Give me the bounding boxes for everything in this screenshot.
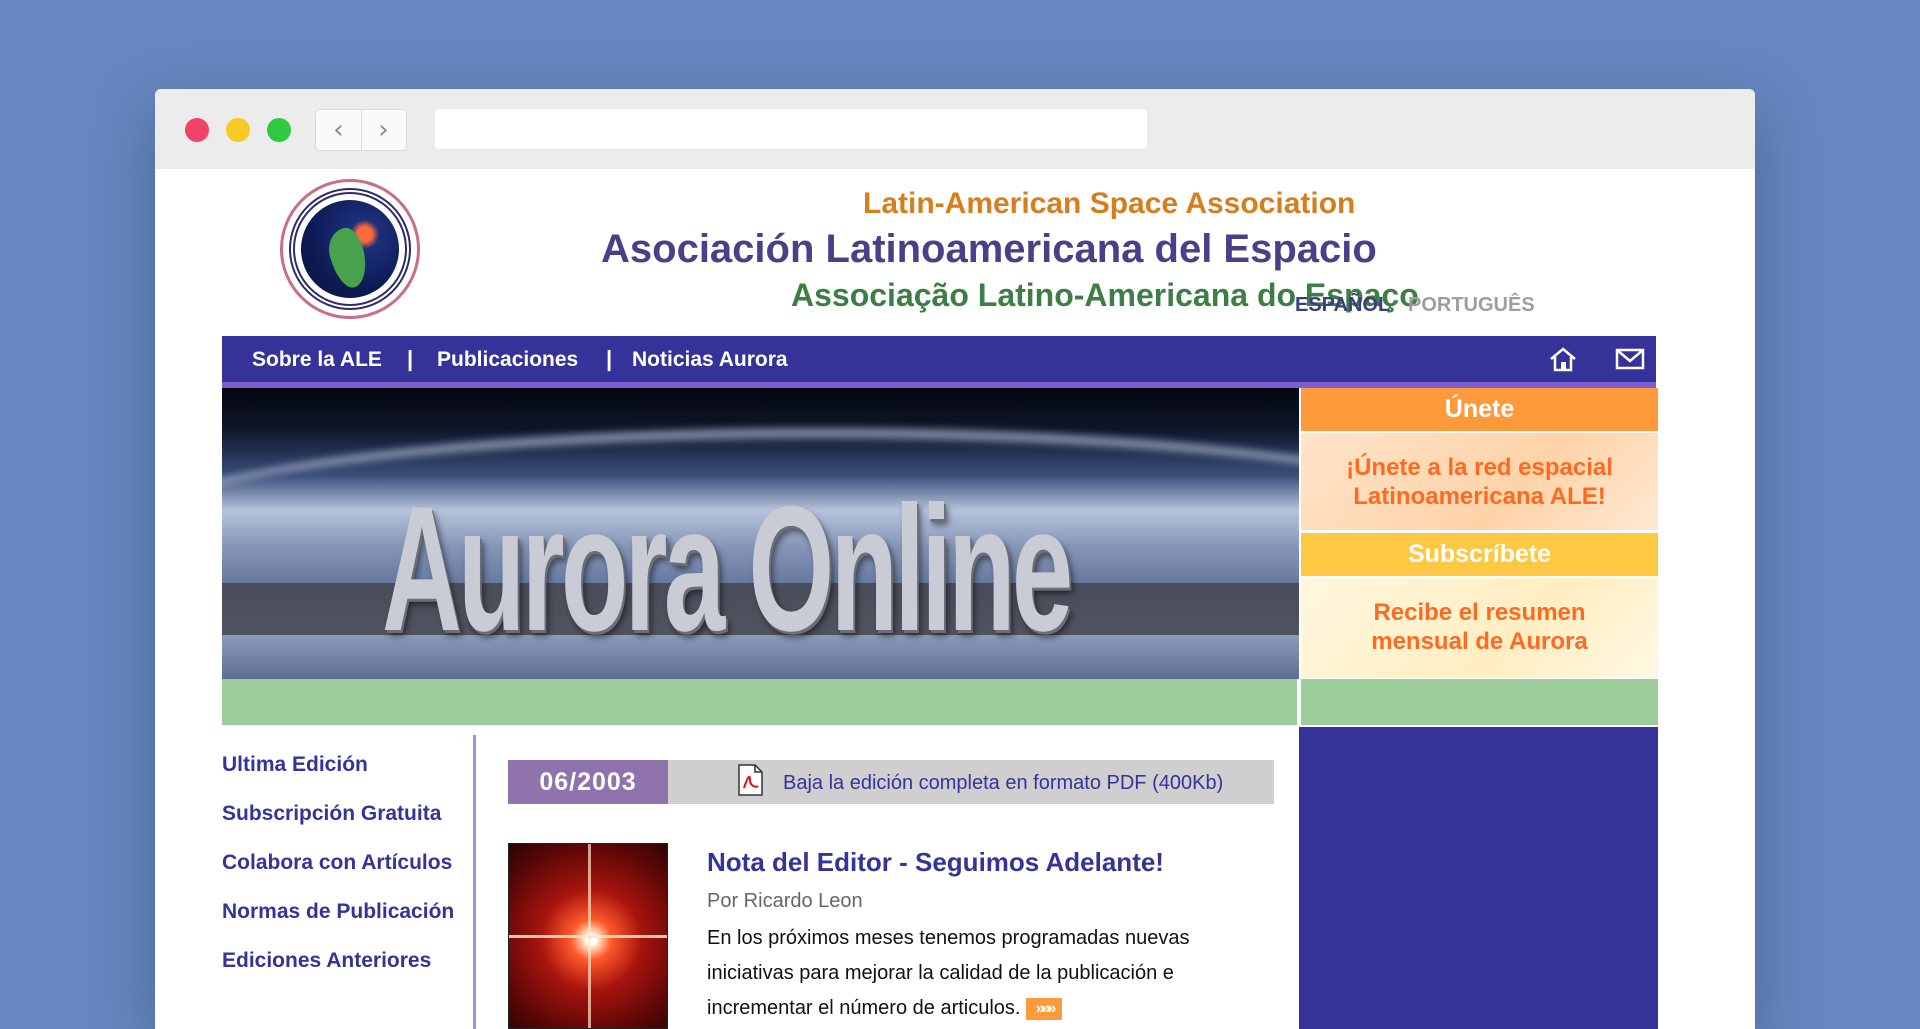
main-navbar: Sobre la ALE | Publicaciones | Noticias …: [222, 336, 1656, 388]
subscribe-heading: Subscríbete: [1407, 540, 1552, 568]
pdf-download-link[interactable]: Baja la edición completa en formato PDF …: [783, 772, 1223, 795]
ale-logo[interactable]: [280, 179, 420, 319]
join-text: ¡Únete a la red espacial Latinoamericana…: [1346, 454, 1613, 510]
sidebar-divider: [473, 735, 476, 1029]
article-author: Por Ricardo Leon: [707, 890, 863, 912]
maximize-window-button[interactable]: [267, 118, 291, 142]
article-title[interactable]: Nota del Editor - Seguimos Adelante!: [707, 847, 1164, 878]
aurora-online-banner: Aurora Online: [222, 388, 1299, 679]
sidebar-link-ediciones[interactable]: Ediciones Anteriores: [222, 949, 454, 998]
subscribe-box-header[interactable]: Subscríbete: [1299, 533, 1658, 576]
web-page: Latin-American Space Association Asociac…: [155, 169, 1755, 1029]
browser-toolbar: ‹ ›: [155, 89, 1755, 170]
history-buttons: ‹ ›: [315, 109, 407, 151]
green-divider-bar-right: [1299, 679, 1658, 725]
forward-button[interactable]: ›: [361, 110, 406, 150]
join-box-header[interactable]: Únete: [1299, 388, 1658, 431]
chevron-right-icon: ›: [378, 115, 389, 145]
address-bar[interactable]: [435, 109, 1147, 149]
site-title-english: Latin-American Space Association: [863, 187, 1356, 220]
site-title-spanish: Asociación Latinoamericana del Espacio: [601, 227, 1377, 271]
globe-icon: [301, 200, 399, 298]
green-divider-bar: [222, 679, 1297, 725]
browser-window: ‹ › Latin-American Space Association Aso…: [155, 89, 1755, 1029]
edition-bar: 06/2003 Baja la edición completa en form…: [508, 760, 1274, 804]
home-icon[interactable]: [1548, 346, 1578, 372]
sidebar-link-ultima-edicion[interactable]: Ultima Edición: [222, 753, 454, 802]
edition-date: 06/2003: [508, 760, 668, 804]
language-spanish-link[interactable]: ESPAÑOL: [1295, 294, 1390, 317]
subscribe-box[interactable]: Recibe el resumen mensual de Aurora: [1299, 578, 1658, 678]
nav-item-sobre[interactable]: Sobre la ALE: [252, 348, 382, 372]
sidebar-link-normas[interactable]: Normas de Publicación: [222, 900, 454, 949]
join-heading: Únete: [1444, 395, 1515, 423]
language-portuguese-link[interactable]: PORTUGUÊS: [1408, 294, 1535, 317]
right-sidebar-column: [1299, 727, 1658, 1029]
nav-item-noticias[interactable]: Noticias Aurora: [632, 348, 788, 372]
nav-separator: |: [606, 346, 613, 371]
chevron-left-icon: ‹: [333, 115, 344, 145]
nav-item-publicaciones[interactable]: Publicaciones: [437, 348, 578, 372]
minimize-window-button[interactable]: [226, 118, 250, 142]
nav-separator: |: [407, 346, 414, 371]
article-body: En los próximos meses tenemos programada…: [707, 927, 1190, 1020]
read-more-icon[interactable]: »»»: [1026, 997, 1063, 1020]
close-window-button[interactable]: [185, 118, 209, 142]
pdf-icon[interactable]: [736, 764, 764, 796]
subscribe-text: Recibe el resumen mensual de Aurora: [1371, 599, 1588, 655]
sidebar-link-colabora[interactable]: Colabora con Artículos: [222, 851, 454, 900]
article-thumbnail[interactable]: [508, 843, 668, 1029]
banner-title: Aurora Online: [382, 469, 1073, 668]
left-sidebar-menu: Ultima Edición Subscripción Gratuita Col…: [222, 753, 454, 998]
mail-icon[interactable]: [1615, 348, 1645, 370]
sidebar-link-subscripcion[interactable]: Subscripción Gratuita: [222, 802, 454, 851]
join-box[interactable]: ¡Únete a la red espacial Latinoamericana…: [1299, 433, 1658, 530]
back-button[interactable]: ‹: [316, 110, 362, 150]
